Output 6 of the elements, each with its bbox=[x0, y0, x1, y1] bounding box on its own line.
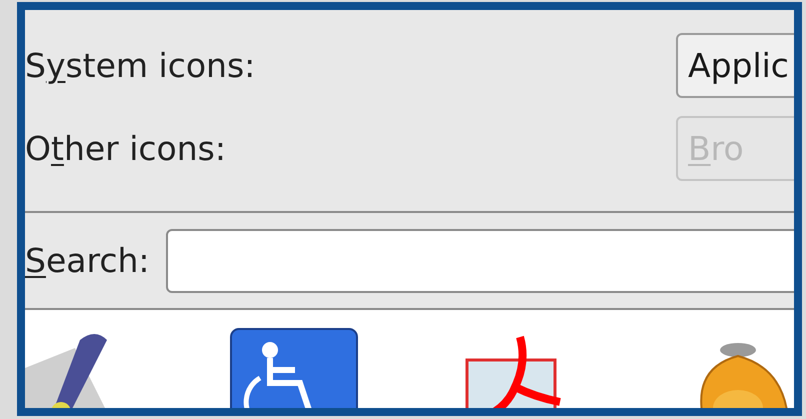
wheelchair-icon[interactable] bbox=[230, 328, 358, 408]
row-button[interactable]: Applic bbox=[676, 33, 794, 98]
row-label: Other icons: bbox=[25, 128, 226, 170]
search-label: Search: bbox=[25, 240, 150, 282]
search-field[interactable] bbox=[166, 228, 794, 292]
row-label: System icons: bbox=[25, 44, 256, 87]
